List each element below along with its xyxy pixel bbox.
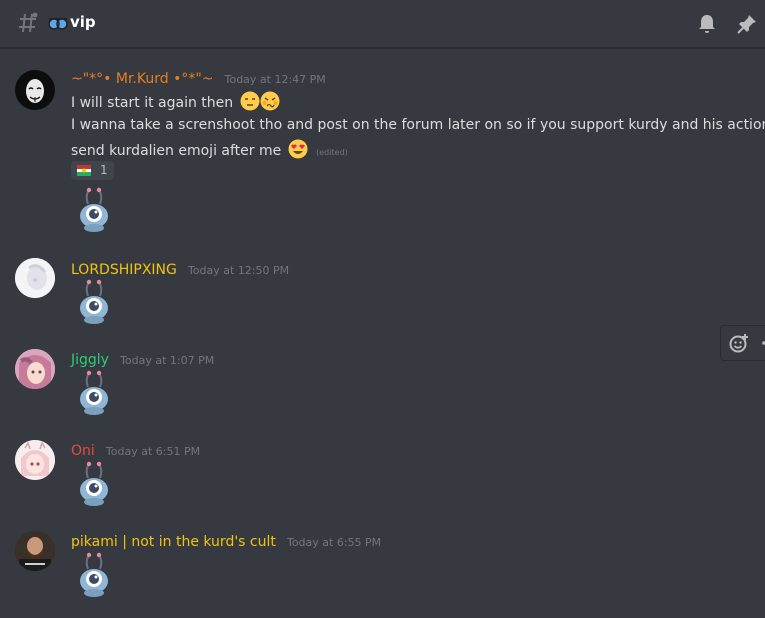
message-header: Jiggly Today at 1:07 PM <box>71 349 214 368</box>
message-line: send kurdalien emoji after me (edited) <box>71 139 348 159</box>
message-hover-toolbar <box>720 325 765 361</box>
avatar[interactable] <box>15 440 55 480</box>
message-text: send kurdalien emoji after me <box>71 143 282 159</box>
more-icon[interactable] <box>759 334 765 352</box>
woozy-face-emoji-icon <box>260 91 280 111</box>
avatar-image <box>26 79 44 103</box>
kurdalien-emoji-icon <box>77 551 111 597</box>
sunglasses-emoji-icon <box>48 18 68 30</box>
avatar-image <box>15 258 55 298</box>
reaction-count: 1 <box>100 163 108 177</box>
kurdalien-emoji-icon <box>77 369 111 415</box>
channel-header: vip <box>0 0 765 48</box>
timestamp: Today at 6:51 PM <box>105 445 201 458</box>
message-header: LORDSHIPXING Today at 12:50 PM <box>71 259 289 278</box>
author-name[interactable]: LORDSHIPXING <box>71 262 177 278</box>
avatar[interactable] <box>15 70 55 110</box>
reaction-button[interactable]: 1 <box>71 161 114 180</box>
avatar[interactable] <box>15 349 55 389</box>
heart-eyes-emoji-icon <box>288 139 308 159</box>
channel-name: vip <box>70 13 96 31</box>
message-line: I wanna take a screnshoot tho and post o… <box>71 117 765 133</box>
message-header: ~"*°• Mr.Kurd •°*"~ Today at 12:47 PM <box>71 68 326 87</box>
kurdalien-emoji-icon <box>77 278 111 324</box>
avatar-image <box>15 349 55 389</box>
kurdalien-emoji-icon <box>77 186 111 232</box>
pin-icon[interactable] <box>737 14 757 34</box>
avatar[interactable] <box>15 531 55 571</box>
avatar-image <box>15 440 55 480</box>
timestamp: Today at 12:50 PM <box>187 264 290 277</box>
message-line: I will start it again then <box>71 91 280 111</box>
timestamp: Today at 6:55 PM <box>286 536 382 549</box>
message-header: pikami | not in the kurd's cult Today at… <box>71 531 381 550</box>
avatar[interactable] <box>15 258 55 298</box>
author-name[interactable]: pikami | not in the kurd's cult <box>71 534 276 550</box>
kurdalien-emoji-icon <box>77 165 91 176</box>
timestamp: Today at 1:07 PM <box>120 354 215 367</box>
bell-icon[interactable] <box>697 14 717 34</box>
add-reaction-icon[interactable] <box>729 333 749 353</box>
message-text: I wanna take a screnshoot tho and post o… <box>71 117 765 133</box>
kurdalien-emoji-icon <box>77 460 111 506</box>
author-name[interactable]: Jiggly <box>71 352 109 368</box>
author-name[interactable]: ~"*°• Mr.Kurd •°*"~ <box>71 71 214 87</box>
edited-label: (edited) <box>316 148 348 157</box>
message-header: Oni Today at 6:51 PM <box>71 440 200 459</box>
hashtag-icon <box>19 12 38 33</box>
avatar-image <box>15 531 55 571</box>
timestamp: Today at 12:47 PM <box>224 73 326 86</box>
message-text: I will start it again then <box>71 95 234 111</box>
author-name[interactable]: Oni <box>71 443 95 459</box>
unamused-face-emoji-icon <box>240 91 260 111</box>
